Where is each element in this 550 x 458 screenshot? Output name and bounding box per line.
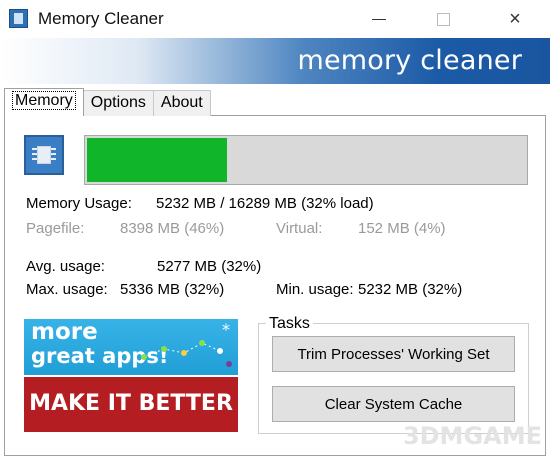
tab-about[interactable]: About: [152, 90, 211, 116]
close-icon: ×: [509, 7, 521, 30]
pagefile-value: 8398 MB (46%): [120, 220, 225, 237]
virtual-label: Virtual:: [276, 220, 323, 237]
maximize-button[interactable]: [420, 4, 466, 34]
trim-working-set-button[interactable]: Trim Processes' Working Set: [272, 336, 515, 372]
memory-usage-label: Memory Usage:: [26, 195, 132, 212]
min-usage-label: Min. usage:: [276, 281, 354, 298]
clear-system-cache-button[interactable]: Clear System Cache: [272, 386, 515, 422]
title-bar: Memory Cleaner ×: [0, 0, 550, 38]
max-usage-label: Max. usage:: [26, 281, 108, 298]
tab-memory[interactable]: Memory: [4, 88, 84, 116]
dots-decoration-icon: *: [141, 320, 232, 367]
memory-usage-bar: [84, 135, 528, 185]
pagefile-label: Pagefile:: [26, 220, 85, 237]
make-it-better-text: MAKE IT BETTER: [29, 391, 233, 416]
header-banner: memory cleaner: [0, 38, 550, 84]
minimize-button[interactable]: [356, 4, 402, 34]
maximize-icon: [436, 12, 450, 26]
minimize-icon: [372, 18, 386, 20]
tab-memory-label: Memory: [12, 91, 76, 110]
tasks-legend: Tasks: [266, 315, 313, 333]
promo-banner[interactable]: more great apps! * MAKE IT BETTER: [24, 319, 238, 432]
min-usage-value: 5232 MB (32%): [358, 281, 463, 298]
memory-usage-bar-fill: [87, 138, 227, 182]
memory-usage-value: 5232 MB / 16289 MB (32% load): [156, 195, 374, 212]
virtual-value: 152 MB (4%): [358, 220, 446, 237]
svg-text:*: *: [222, 320, 230, 339]
banner-title: memory cleaner: [297, 45, 522, 76]
make-it-better-banner[interactable]: MAKE IT BETTER: [24, 377, 238, 432]
avg-usage-label: Avg. usage:: [26, 258, 105, 275]
watermark: 3DMGAME: [402, 422, 542, 450]
tab-options[interactable]: Options: [82, 90, 154, 116]
more-apps-banner[interactable]: more great apps! *: [24, 319, 238, 375]
window-title: Memory Cleaner: [38, 9, 164, 28]
tab-strip: Memory Options About: [4, 88, 211, 116]
memory-chip-icon: [24, 135, 64, 175]
app-icon: [9, 9, 28, 28]
close-button[interactable]: ×: [492, 4, 538, 34]
max-usage-value: 5336 MB (32%): [120, 281, 225, 298]
avg-usage-value: 5277 MB (32%): [157, 258, 262, 275]
